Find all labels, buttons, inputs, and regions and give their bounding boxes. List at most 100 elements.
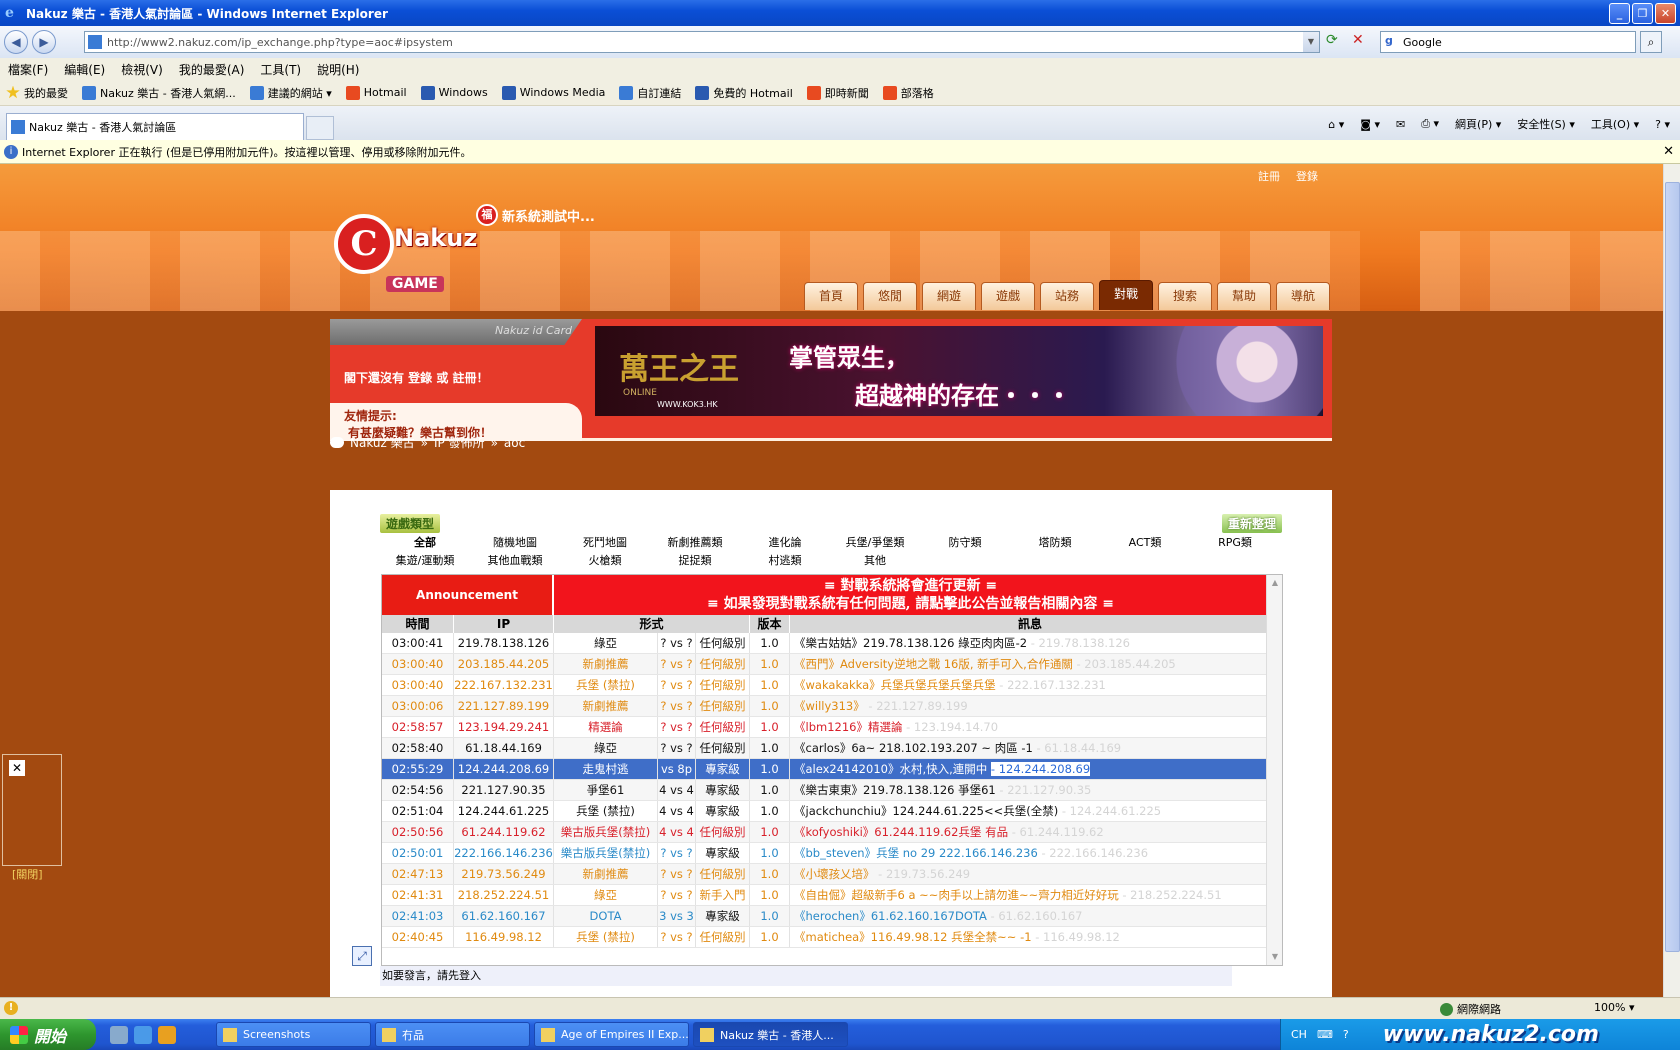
floater-close-icon[interactable]: ✕	[9, 760, 25, 776]
favorite-link-0[interactable]: Nakuz 樂古 - 香港人氣網...	[82, 85, 236, 101]
close-window-button[interactable]: ✕	[1655, 3, 1676, 24]
category-filter[interactable]: 村逃類	[740, 552, 830, 570]
row-ip[interactable]: 123.194.29.241	[454, 717, 554, 737]
floater-close-link[interactable]: [關閉]	[12, 866, 43, 882]
nav-tab-1[interactable]: 悠閒	[863, 282, 917, 310]
breadcrumb-item[interactable]: IP 發佈所	[434, 434, 485, 451]
close-infobar-icon[interactable]: ✕	[1663, 144, 1674, 159]
row-message[interactable]: 《jackchunchiu》124.244.61.225<<兵堡(全禁) - 1…	[790, 801, 1267, 821]
favorite-link-8[interactable]: 部落格	[882, 85, 934, 101]
table-row[interactable]: 02:51:04 124.244.61.225 兵堡 (禁拉) 4 vs 4 專家級 1.…	[382, 801, 1267, 822]
nav-tab-0[interactable]: 首頁	[804, 282, 858, 310]
stop-icon[interactable]: ✕	[1352, 32, 1372, 52]
category-filter[interactable]: 兵堡/爭堡類	[830, 534, 920, 552]
row-message[interactable]: 《matichea》116.49.98.12 兵堡全禁~~ -1 - 116.4…	[790, 927, 1267, 947]
idcard-login-prompt[interactable]: 閣下還沒有 登錄 或 註冊！	[344, 369, 489, 386]
tab-nakuz[interactable]: Nakuz 樂古 - 香港人氣討論區	[6, 113, 304, 140]
row-ip[interactable]: 221.127.89.199	[454, 696, 554, 716]
row-message[interactable]: 《carlos》6a~ 218.102.193.207 ~ 肉區 -1 - 61…	[790, 738, 1267, 758]
table-row[interactable]: 02:50:56 61.244.119.62 樂古版兵堡(禁拉) 4 vs 4 任何級別…	[382, 822, 1267, 843]
category-filter[interactable]: 火槍類	[560, 552, 650, 570]
mail-icon[interactable]: ✉	[1396, 118, 1405, 131]
breadcrumb-item[interactable]: Nakuz 樂古	[350, 434, 415, 451]
table-row[interactable]: 03:00:40 222.167.132.231 兵堡 (禁拉)? vs ? 任何級別…	[382, 675, 1267, 696]
info-bar[interactable]: i Internet Explorer 正在執行 (但是已停用附加元件)。按這裡…	[0, 140, 1680, 164]
refresh-list-button[interactable]: 重新整理	[1221, 514, 1282, 533]
table-row[interactable]: 02:41:03 61.62.160.167 DOTA 3 vs 3 專家級 1.0 《he…	[382, 906, 1267, 927]
site-logo[interactable]: C Nakuz GAME	[334, 204, 494, 294]
table-row[interactable]: 03:00:06 221.127.89.199 新劇推薦? vs ? 任何級別 1.0 《…	[382, 696, 1267, 717]
taskbar-item-1[interactable]: 冇品	[375, 1022, 530, 1047]
row-ip[interactable]: 124.244.61.225	[454, 801, 554, 821]
menu-item-2[interactable]: 檢視(V)	[121, 61, 163, 78]
page-scrollbar[interactable]	[1663, 164, 1680, 997]
category-filter[interactable]: 其他	[830, 552, 920, 570]
taskbar-item-3[interactable]: Nakuz 樂古 - 香港人...	[693, 1022, 848, 1047]
address-dropdown-icon[interactable]: ▼	[1303, 32, 1319, 52]
row-ip[interactable]: 219.78.138.126	[454, 633, 554, 653]
row-ip[interactable]: 219.73.56.249	[454, 864, 554, 884]
row-message[interactable]: 《herochen》61.62.160.167DOTA - 61.62.160.…	[790, 906, 1267, 926]
login-link-0[interactable]: 註冊	[1258, 168, 1280, 184]
row-message[interactable]: 《willy313》 - 221.127.89.199	[790, 696, 1267, 716]
keyboard-icon[interactable]: ⌨	[1317, 1028, 1333, 1041]
security-zone[interactable]: 網際網路	[1440, 1001, 1501, 1017]
category-filter[interactable]: RPG類	[1190, 534, 1280, 552]
category-filter[interactable]: 其他血戰類	[470, 552, 560, 570]
table-row[interactable]: 02:50:01 222.166.146.236 樂古版兵堡(禁拉)? vs ? 專家…	[382, 843, 1267, 864]
help-command-icon[interactable]: ? ▾	[1655, 118, 1670, 131]
table-row[interactable]: 03:00:40 203.185.44.205 新劇推薦? vs ? 任何級別 1.0 《…	[382, 654, 1267, 675]
lang-indicator[interactable]: CH	[1291, 1028, 1307, 1041]
category-filter[interactable]: 死鬥地圖	[560, 534, 650, 552]
favorite-link-1[interactable]: 建議的網站 ▾	[249, 85, 332, 101]
help-icon[interactable]: ?	[1343, 1028, 1349, 1041]
favorite-link-2[interactable]: Hotmail	[345, 85, 407, 101]
announcement-row[interactable]: Announcement ≡ 對戰系統將會進行更新 ≡ ≡ 如果發現對戰系統有任…	[382, 575, 1267, 615]
category-filter[interactable]: 集遊/運動類	[380, 552, 470, 570]
row-ip[interactable]: 61.62.160.167	[454, 906, 554, 926]
address-input[interactable]: http://www2.nakuz.com/ip_exchange.php?ty…	[84, 31, 1320, 53]
breadcrumb-item[interactable]: aoc	[504, 436, 525, 450]
favorite-link-7[interactable]: 即時新聞	[806, 85, 869, 101]
row-ip[interactable]: 61.244.119.62	[454, 822, 554, 842]
announcement-message[interactable]: ≡ 對戰系統將會進行更新 ≡ ≡ 如果發現對戰系統有任何問題, 請點擊此公告並報…	[554, 575, 1267, 615]
nav-tab-5[interactable]: 對戰	[1099, 280, 1153, 310]
nav-tab-3[interactable]: 遊戲	[981, 282, 1035, 310]
row-message[interactable]: 《樂古東東》219.78.138.126 爭堡61 - 221.127.90.3…	[790, 780, 1267, 800]
favorite-link-6[interactable]: 免費的 Hotmail	[695, 85, 793, 101]
menu-item-1[interactable]: 編輯(E)	[64, 61, 105, 78]
search-go-icon[interactable]: ⌕	[1640, 31, 1662, 53]
warning-icon[interactable]: !	[4, 1001, 18, 1015]
row-ip[interactable]: 124.244.208.69	[454, 759, 554, 779]
row-ip[interactable]: 61.18.44.169	[454, 738, 554, 758]
row-ip[interactable]: 218.252.224.51	[454, 885, 554, 905]
restore-button[interactable]: ❐	[1632, 3, 1653, 24]
table-row[interactable]: 02:55:29 124.244.208.69 走鬼村逃 vs 8p 專家級 1.0 《al…	[382, 759, 1267, 780]
ie-quicklaunch-icon[interactable]	[134, 1025, 152, 1044]
category-filter[interactable]: ACT類	[1100, 534, 1190, 552]
category-filter[interactable]: 全部	[380, 534, 470, 552]
login-link-1[interactable]: 登錄	[1296, 168, 1318, 184]
category-filter[interactable]: 新劇推薦類	[650, 534, 740, 552]
refresh-icon[interactable]: ⟳	[1326, 32, 1346, 52]
ad-banner[interactable]: 萬王之王 ONLINE WWW.KOK3.HK 掌管眾生， 超越神的存在・・・	[595, 326, 1323, 416]
taskbar-item-0[interactable]: Screenshots	[216, 1022, 371, 1047]
nav-tab-4[interactable]: 站務	[1040, 282, 1094, 310]
media-icon[interactable]	[158, 1025, 176, 1044]
expand-icon[interactable]: ⤢	[352, 946, 372, 966]
desktop-icon[interactable]	[110, 1025, 128, 1044]
scroll-down-icon[interactable]: ▼	[1268, 950, 1282, 964]
table-row[interactable]: 02:47:13 219.73.56.249 新劇推薦? vs ? 任何級別 1.0 《小…	[382, 864, 1267, 885]
row-message[interactable]: 《lbm1216》精選論 - 123.194.14.70	[790, 717, 1267, 737]
row-message[interactable]: 《西門》Adversity逆地之戰 16版, 新手可入,合作通關 - 203.1…	[790, 654, 1267, 674]
minimize-button[interactable]: _	[1609, 3, 1630, 24]
menu-item-4[interactable]: 工具(T)	[260, 61, 301, 78]
category-filter[interactable]: 塔防類	[1010, 534, 1100, 552]
new-tab-button[interactable]	[306, 116, 334, 140]
zoom-level[interactable]: 100% ▾	[1594, 1001, 1634, 1014]
category-filter[interactable]: 隨機地圖	[470, 534, 560, 552]
command-0[interactable]: 網頁(P) ▾	[1455, 116, 1501, 132]
row-message[interactable]: 《自由倔》超級新手6 a ~~肉手以上請勿進~~齊力相近好好玩 - 218.25…	[790, 885, 1267, 905]
row-ip[interactable]: 222.166.146.236	[454, 843, 554, 863]
taskbar-item-2[interactable]: Age of Empires II Exp...	[534, 1022, 689, 1047]
